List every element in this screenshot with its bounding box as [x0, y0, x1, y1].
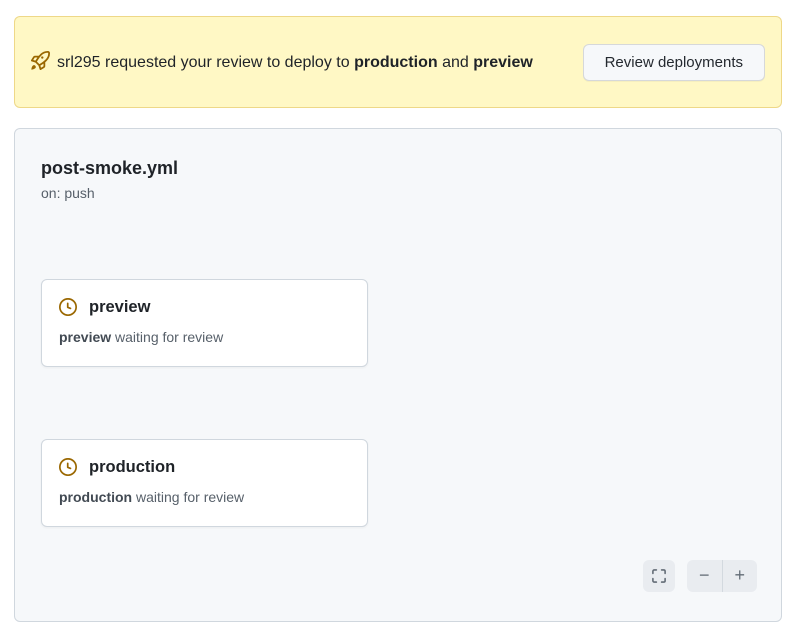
workflow-title: post-smoke.yml — [41, 156, 178, 180]
banner-text: requested your review to deploy to — [105, 54, 350, 71]
job-title-row: production — [59, 456, 350, 478]
fit-to-window-icon — [651, 568, 667, 584]
zoom-out-button[interactable]: − — [687, 560, 722, 592]
zoom-in-button[interactable]: + — [723, 560, 758, 592]
zoom-control-group: − + — [687, 560, 757, 592]
fit-to-window-button[interactable] — [643, 560, 675, 592]
rocket-icon — [31, 51, 50, 70]
job-card-production[interactable]: production production waiting for review — [41, 439, 368, 527]
review-deployments-button[interactable]: Review deployments — [583, 44, 765, 81]
job-title-row: preview — [59, 296, 350, 318]
clock-icon — [59, 298, 77, 316]
job-name: preview — [89, 296, 150, 318]
deployment-review-banner: srl295 requested your review to deploy t… — [14, 16, 782, 108]
job-name: production — [89, 456, 175, 478]
job-status-env: production — [59, 489, 132, 505]
banner-actor: srl295 — [57, 54, 101, 71]
banner-message: srl295 requested your review to deploy t… — [31, 50, 567, 75]
workflow-trigger: on: push — [41, 184, 178, 202]
job-status: preview waiting for review — [59, 328, 350, 346]
workflow-graph-panel: post-smoke.yml on: push preview preview … — [14, 128, 782, 622]
job-status-text: waiting for review — [115, 329, 223, 345]
banner-env-production: production — [354, 54, 438, 71]
clock-icon — [59, 458, 77, 476]
job-card-preview[interactable]: preview preview waiting for review — [41, 279, 368, 367]
banner-conjunction: and — [442, 54, 469, 71]
job-status: production waiting for review — [59, 488, 350, 506]
banner-env-preview: preview — [473, 54, 533, 71]
job-status-env: preview — [59, 329, 111, 345]
workflow-heading: post-smoke.yml on: push — [41, 156, 178, 202]
job-status-text: waiting for review — [136, 489, 244, 505]
